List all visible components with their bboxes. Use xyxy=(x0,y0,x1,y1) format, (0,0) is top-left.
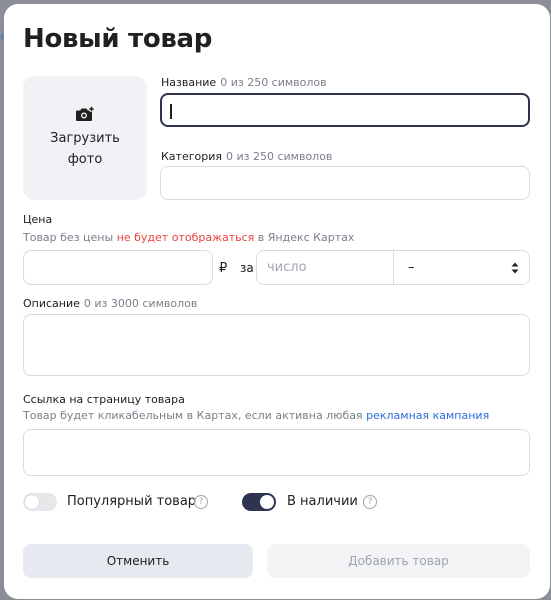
ad-campaign-link[interactable]: рекламная кампания xyxy=(366,409,489,422)
unit-select[interactable]: – xyxy=(393,250,530,285)
select-arrows-icon xyxy=(511,262,519,274)
currency-symbol: ₽ xyxy=(219,261,228,276)
description-field-label: Описание 0 из 3000 символов xyxy=(23,297,197,310)
name-field-label: Название 0 из 250 символов xyxy=(161,76,327,89)
upload-photo-label: Загрузить фото xyxy=(50,131,120,167)
product-link-hint: Товар будет кликабельным в Картах, если … xyxy=(23,409,489,422)
description-char-count: 0 из 3000 символов xyxy=(83,297,198,310)
in-stock-toggle[interactable] xyxy=(242,493,276,511)
description-textarea[interactable] xyxy=(23,314,530,376)
price-hint-end: в Яндекс Картах xyxy=(254,231,355,244)
in-stock-help-icon[interactable]: ? xyxy=(363,495,377,509)
price-hint-warning: не будет отображаться xyxy=(116,231,255,244)
product-link-input[interactable] xyxy=(23,429,530,476)
in-stock-label: В наличии xyxy=(287,494,358,509)
toggle-knob xyxy=(25,495,39,509)
camera-add-icon xyxy=(76,106,95,121)
name-label: Название xyxy=(161,76,217,89)
price-input[interactable] xyxy=(23,250,213,285)
cancel-button[interactable]: Отменить xyxy=(23,544,253,578)
toggle-knob xyxy=(260,495,274,509)
name-char-count: 0 из 250 символов xyxy=(220,76,327,89)
upload-photo-button[interactable]: Загрузить фото xyxy=(23,76,147,200)
category-input[interactable] xyxy=(160,166,530,200)
price-hint: Товар без цены не будет отображаться в Я… xyxy=(23,231,354,244)
unit-select-value: – xyxy=(408,260,415,275)
per-label: за xyxy=(240,261,254,275)
popular-help-icon[interactable]: ? xyxy=(194,495,208,509)
quantity-input[interactable]: число xyxy=(256,250,394,285)
text-caret xyxy=(170,104,172,119)
add-product-button[interactable]: Добавить товар xyxy=(267,544,530,578)
category-label: Категория xyxy=(161,150,222,163)
new-product-dialog: Новый товар Загрузить фото Название 0 из … xyxy=(4,4,550,599)
link-hint-text: Товар будет кликабельным в Картах, если … xyxy=(23,409,367,422)
dialog-title: Новый товар xyxy=(23,24,213,54)
description-label: Описание xyxy=(23,297,80,310)
category-char-count: 0 из 250 символов xyxy=(225,150,333,163)
product-link-label: Ссылка на страницу товара xyxy=(23,393,185,406)
category-field-label: Категория 0 из 250 символов xyxy=(161,150,332,163)
price-hint-start: Товар без цены xyxy=(23,231,117,244)
quantity-placeholder: число xyxy=(267,260,307,275)
name-input[interactable] xyxy=(160,93,530,127)
popular-label: Популярный товар xyxy=(67,494,197,509)
popular-toggle[interactable] xyxy=(23,493,57,511)
price-label: Цена xyxy=(23,213,53,226)
